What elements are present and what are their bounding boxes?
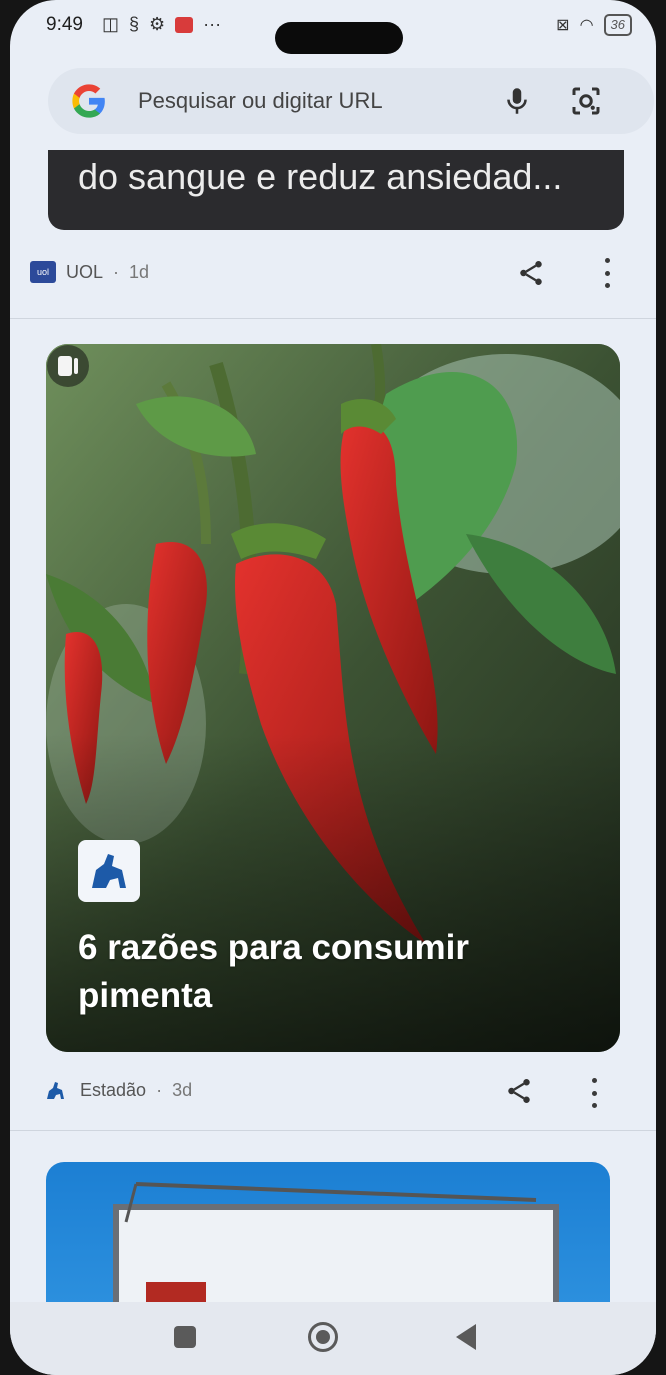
news-age: 1d xyxy=(129,261,150,282)
divider xyxy=(10,1130,656,1131)
news-card-main[interactable]: 6 razões para consumir pimenta xyxy=(46,344,620,1052)
share-icon[interactable] xyxy=(516,258,546,288)
home-button[interactable] xyxy=(308,1322,338,1352)
news-meta-row: uol UOL · 1d xyxy=(30,252,149,292)
battery-indicator: 36 xyxy=(603,14,632,36)
news-separator: · xyxy=(156,1079,163,1100)
mic-icon[interactable] xyxy=(500,84,534,118)
news-card-previous[interactable]: do sangue e reduz ansiedad... xyxy=(48,150,624,230)
signal-off-icon: ⊠ xyxy=(556,17,570,34)
more-options-icon[interactable] xyxy=(589,1078,599,1108)
status-system-icons: ⊠ ◠ 36 xyxy=(556,14,632,36)
estadao-small-logo-icon xyxy=(47,1082,64,1099)
settings-icon: ⚙ xyxy=(149,14,166,34)
more-notifications-icon: ··· xyxy=(203,14,222,34)
search-bar[interactable]: Pesquisar ou digitar URL xyxy=(48,68,654,134)
nfc-icon: ◫ xyxy=(102,14,120,34)
video-icon xyxy=(47,345,89,387)
more-options-icon[interactable] xyxy=(602,258,612,288)
status-time: 9:49 xyxy=(46,14,83,35)
news-card-title: do sangue e reduz ansiedad... xyxy=(78,156,563,197)
search-input[interactable]: Pesquisar ou digitar URL xyxy=(138,88,383,114)
google-logo-icon xyxy=(72,84,105,118)
mail-icon xyxy=(175,16,194,33)
news-separator: · xyxy=(113,261,120,282)
camera-notch xyxy=(275,22,403,54)
status-notification-icons: ◫ § ⚙ ··· xyxy=(102,14,221,35)
recents-button[interactable] xyxy=(174,1326,196,1348)
divider xyxy=(10,318,656,319)
news-age: 3d xyxy=(172,1079,193,1100)
uol-logo-icon: uol xyxy=(30,261,56,283)
phone-screen: 9:49 ◫ § ⚙ ··· ⊠ ◠ 36 Pesquisar ou digit… xyxy=(10,0,656,1375)
estadao-logo-icon xyxy=(78,840,140,902)
news-source: UOL xyxy=(66,261,104,282)
news-meta-row: Estadão · 3d xyxy=(44,1070,192,1110)
sync-icon: § xyxy=(129,14,140,34)
share-icon[interactable] xyxy=(504,1076,534,1106)
wifi-icon: ◠ xyxy=(579,17,594,34)
news-source: Estadão xyxy=(80,1079,147,1100)
back-button[interactable] xyxy=(456,1324,476,1350)
lens-icon[interactable] xyxy=(568,83,604,119)
news-card-title: 6 razões para consumir pimenta xyxy=(78,928,469,1015)
